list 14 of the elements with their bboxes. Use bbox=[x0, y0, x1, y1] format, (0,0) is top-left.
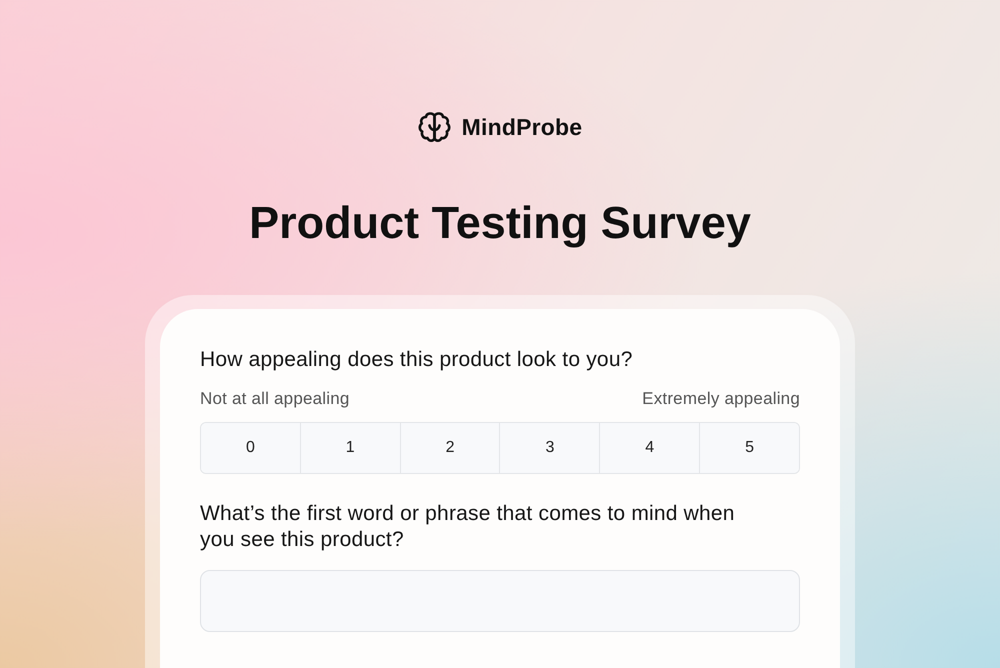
rating-option[interactable]: 1 bbox=[300, 423, 400, 473]
rating-option[interactable]: 0 bbox=[201, 423, 300, 473]
rating-option[interactable]: 4 bbox=[599, 423, 700, 473]
rating-option[interactable]: 5 bbox=[699, 423, 799, 473]
scale-max-label: Extremely appealing bbox=[642, 388, 800, 410]
rating-option[interactable]: 2 bbox=[400, 423, 500, 473]
answer-field[interactable] bbox=[200, 570, 800, 632]
brand-name: MindProbe bbox=[462, 113, 582, 141]
rating-option[interactable]: 3 bbox=[499, 423, 600, 473]
scale-min-label: Not at all appealing bbox=[200, 388, 350, 410]
page-title: Product Testing Survey bbox=[249, 196, 751, 249]
question-text: What’s the first word or phrase that comes to mind when you see this product? bbox=[200, 501, 736, 553]
question-text: How appealing does this product look to you? bbox=[200, 347, 634, 373]
brain-icon bbox=[418, 111, 451, 143]
